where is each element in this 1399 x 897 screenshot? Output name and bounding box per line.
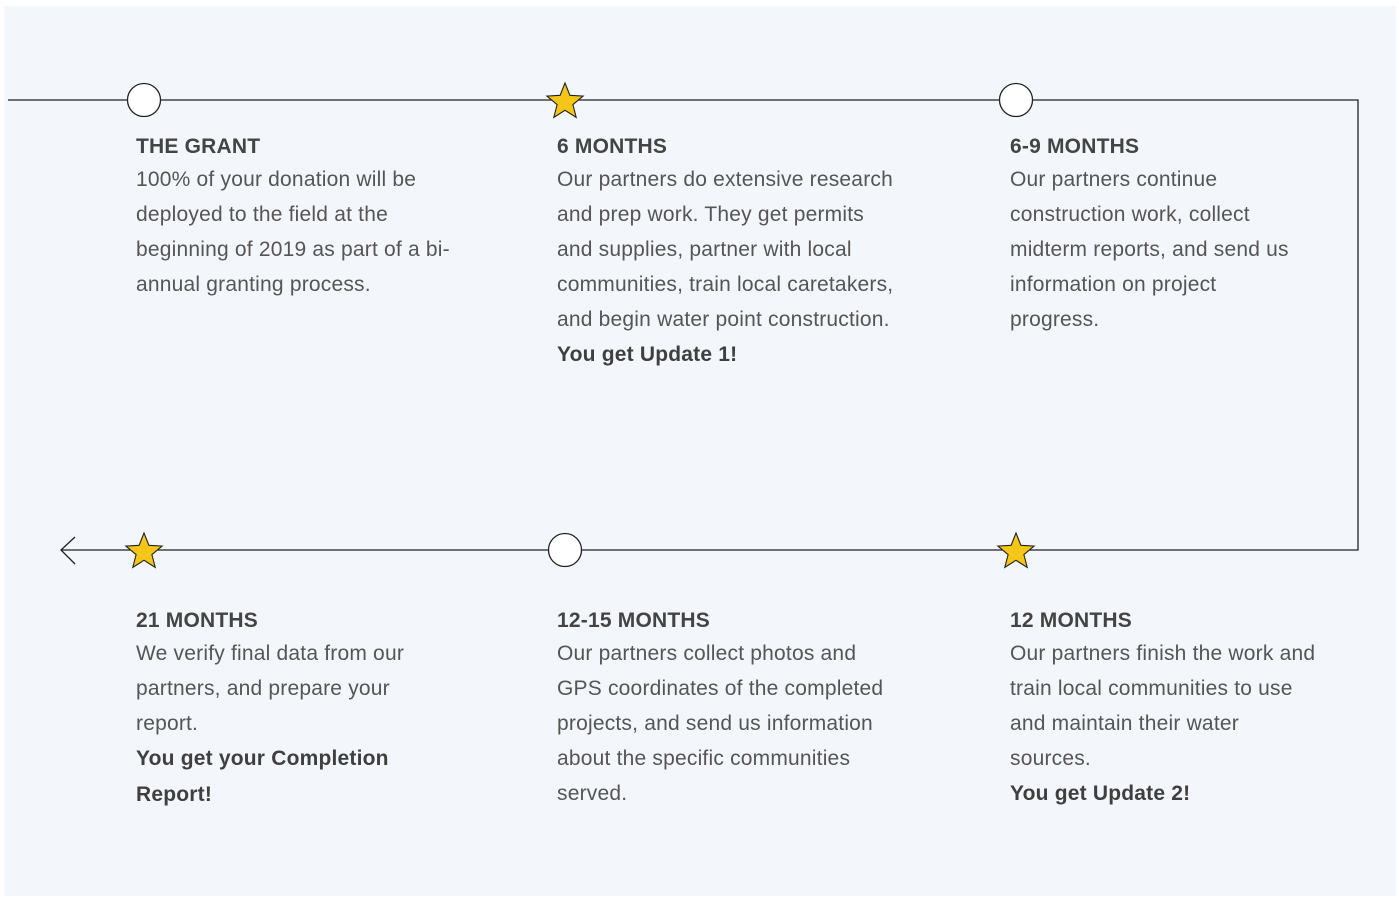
step-12-15-months: 12-15 MONTHS Our partners collect photos… [557,606,887,811]
step-body: Our partners do extensive research and p… [557,168,894,331]
step-6-9-months: 6-9 MONTHS Our partners continue constru… [1010,132,1310,337]
star-icon-12-months [996,531,1036,569]
star-icon-21-months [124,531,164,569]
step-title: 6 MONTHS [557,135,668,158]
step-title: 6-9 MONTHS [1010,135,1140,158]
step-title: THE GRANT [136,135,261,158]
step-body: 100% of your donation will be deployed t… [136,168,450,296]
step-callout: You get Update 2! [1010,782,1191,805]
step-body: Our partners finish the work and train l… [1010,642,1316,770]
step-body: We verify final data from our partners, … [136,642,405,735]
step-21-months: 21 MONTHS We verify final data from our … [136,606,456,813]
step-12-months: 12 MONTHS Our partners finish the work a… [1010,606,1320,812]
step-the-grant: THE GRANT 100% of your donation will be … [136,132,466,302]
step-title: 12-15 MONTHS [557,609,710,632]
step-body: Our partners collect photos and GPS coor… [557,642,884,805]
node-circle-6-9-months [998,82,1034,118]
step-body: Our partners continue construction work,… [1010,168,1289,331]
node-circle-12-15-months [547,532,583,568]
step-callout: You get your Completion Report! [136,747,389,806]
star-icon-6-months [545,81,585,119]
step-title: 21 MONTHS [136,609,258,632]
node-circle-the-grant [126,82,162,118]
step-6-months: 6 MONTHS Our partners do extensive resea… [557,132,897,373]
step-callout: You get Update 1! [557,343,738,366]
step-title: 12 MONTHS [1010,609,1132,632]
